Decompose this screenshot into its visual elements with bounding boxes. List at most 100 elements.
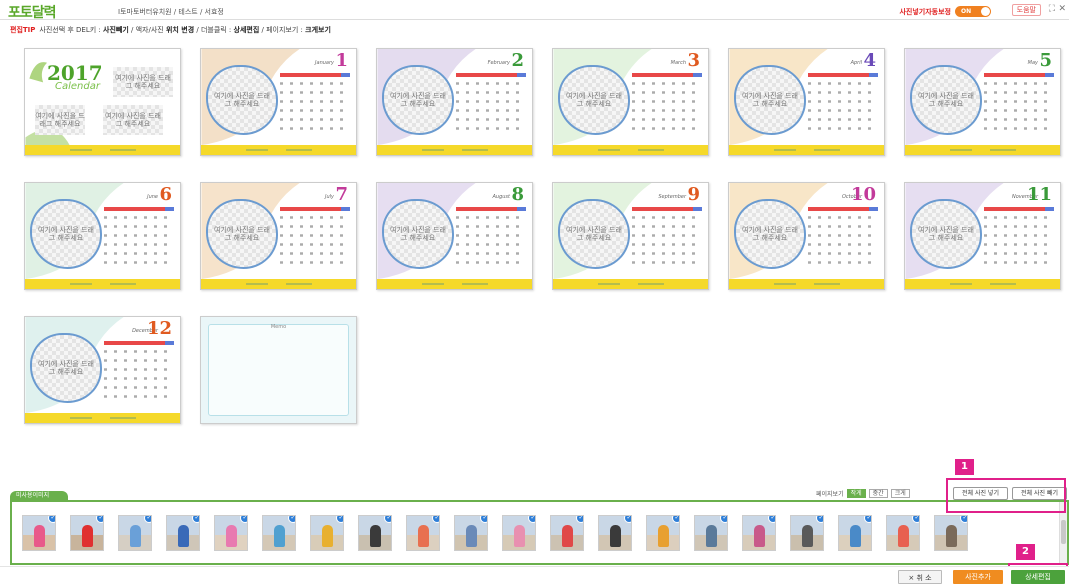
unused-image-thumbnail[interactable]: ✓ xyxy=(166,515,200,551)
month-number: 6 xyxy=(159,184,172,205)
unused-images-list: ✓ ✓ ✓ ✓ ✓ ✓ ✓ ✓ ✓ ✓ ✓ ✓ ✓ ✓ ✓ ✓ ✓ ✓ ✓ ✓ xyxy=(10,502,1069,565)
unused-image-thumbnail[interactable]: ✓ xyxy=(790,515,824,551)
unused-image-thumbnail[interactable]: ✓ xyxy=(262,515,296,551)
photo-slot[interactable]: 여기에 사진을 드래그 해주세요 xyxy=(113,67,173,97)
photo-slot[interactable]: 여기에 사진을 드래그 해주세요 xyxy=(103,105,163,135)
tip-keyword: 사진빼기 xyxy=(103,26,129,34)
check-icon[interactable]: ✓ xyxy=(240,516,247,523)
check-icon[interactable]: ✓ xyxy=(816,516,823,523)
view-option-large[interactable]: 크게 xyxy=(890,489,910,498)
unused-image-thumbnail[interactable]: ✓ xyxy=(406,515,440,551)
calendar-page-month[interactable]: June 6 여기에 사진을 드래그 해주세요 xyxy=(24,182,181,290)
photo-slot[interactable]: 여기에 사진을 드래그 해주세요 xyxy=(382,199,454,269)
calendar-page-month[interactable]: October 10 여기에 사진을 드래그 해주세요 xyxy=(728,182,885,290)
unused-image-thumbnail[interactable]: ✓ xyxy=(742,515,776,551)
unused-image-thumbnail[interactable]: ✓ xyxy=(838,515,872,551)
unused-image-thumbnail[interactable]: ✓ xyxy=(646,515,680,551)
check-icon[interactable]: ✓ xyxy=(672,516,679,523)
calendar-page-month[interactable]: December 12 여기에 사진을 드래그 해주세요 xyxy=(24,316,181,424)
unused-image-thumbnail[interactable]: ✓ xyxy=(934,515,968,551)
unused-image-thumbnail[interactable]: ✓ xyxy=(886,515,920,551)
photo-slot[interactable]: 여기에 사진을 드래그 해주세요 xyxy=(558,199,630,269)
calendar-page-month[interactable]: March 3 여기에 사진을 드래그 해주세요 xyxy=(552,48,709,156)
check-icon[interactable]: ✓ xyxy=(144,516,151,523)
calendar-page-month[interactable]: April 4 여기에 사진을 드래그 해주세요 xyxy=(728,48,885,156)
photo-slot[interactable]: 여기에 사진을 드래그 해주세요 xyxy=(558,65,630,135)
calendar-page-memo[interactable]: Memo xyxy=(200,316,357,424)
app-title: 포토달력 xyxy=(8,5,57,21)
month-calendar xyxy=(632,198,702,264)
memo-area xyxy=(208,324,349,416)
photo-placeholder: 여기에 사진을 드래그 해주세요 xyxy=(105,112,161,128)
check-icon[interactable]: ✓ xyxy=(336,516,343,523)
calendar-page-month[interactable]: November 11 여기에 사진을 드래그 해주세요 xyxy=(904,182,1061,290)
unused-image-thumbnail[interactable]: ✓ xyxy=(502,515,536,551)
help-button[interactable]: 도움말 xyxy=(1011,4,1041,16)
photo-slot[interactable]: 여기에 사진을 드래그 해주세요 xyxy=(30,333,102,403)
calendar-page-month[interactable]: September 9 여기에 사진을 드래그 해주세요 xyxy=(552,182,709,290)
photo-slot[interactable]: 여기에 사진을 드래그 해주세요 xyxy=(910,65,982,135)
month-calendar xyxy=(104,198,174,264)
calendar-page-month[interactable]: January 1 여기에 사진을 드래그 해주세요 xyxy=(200,48,357,156)
photo-slot[interactable]: 여기에 사진을 드래그 해주세요 xyxy=(382,65,454,135)
cancel-button[interactable]: × 취 소 xyxy=(898,570,942,584)
unused-image-thumbnail[interactable]: ✓ xyxy=(694,515,728,551)
check-icon[interactable]: ✓ xyxy=(480,516,487,523)
unused-image-thumbnail[interactable]: ✓ xyxy=(358,515,392,551)
add-photo-button[interactable]: 사진추가 xyxy=(953,570,1003,584)
unused-image-thumbnail[interactable]: ✓ xyxy=(598,515,632,551)
photo-slot[interactable]: 여기에 사진을 드래그 해주세요 xyxy=(734,199,806,269)
autosave-toggle[interactable]: ON xyxy=(955,6,991,17)
calendar-page-month[interactable]: May 5 여기에 사진을 드래그 해주세요 xyxy=(904,48,1061,156)
restore-icon[interactable]: ⛶ xyxy=(1049,4,1055,14)
check-icon[interactable]: ✓ xyxy=(624,516,631,523)
unused-image-thumbnail[interactable]: ✓ xyxy=(454,515,488,551)
photo-slot[interactable]: 여기에 사진을 드래그 해주세요 xyxy=(734,65,806,135)
check-icon[interactable]: ✓ xyxy=(912,516,919,523)
view-option-small[interactable]: 작게 xyxy=(846,489,866,498)
check-icon[interactable]: ✓ xyxy=(960,516,967,523)
photo-slot[interactable]: 여기에 사진을 드래그 해주세요 xyxy=(35,105,85,135)
tip-keyword: 크게보기 xyxy=(305,26,331,34)
unused-image-thumbnail[interactable]: ✓ xyxy=(118,515,152,551)
unused-image-thumbnail[interactable]: ✓ xyxy=(70,515,104,551)
check-icon[interactable]: ✓ xyxy=(768,516,775,523)
view-option-medium[interactable]: 중간 xyxy=(868,489,888,498)
thumbnail-photo-subject xyxy=(802,524,814,547)
check-icon[interactable]: ✓ xyxy=(528,516,535,523)
detail-edit-button[interactable]: 상세편집 xyxy=(1011,570,1065,584)
calendar-page-month[interactable]: August 8 여기에 사진을 드래그 해주세요 xyxy=(376,182,533,290)
calendar-page-month[interactable]: February 2 여기에 사진을 드래그 해주세요 xyxy=(376,48,533,156)
check-icon[interactable]: ✓ xyxy=(48,516,55,523)
check-icon[interactable]: ✓ xyxy=(432,516,439,523)
title-bar: 포토달력 I토마토버터유치원 / 테스트 / 서효정 사진넣기자동보정 ON 도… xyxy=(0,0,1069,21)
autosave-label: 사진넣기자동보정 xyxy=(899,7,951,16)
check-icon[interactable]: ✓ xyxy=(96,516,103,523)
unused-image-thumbnail[interactable]: ✓ xyxy=(310,515,344,551)
photo-placeholder: 여기에 사진을 드래그 해주세요 xyxy=(115,74,171,90)
calendar-page-month[interactable]: July 7 여기에 사진을 드래그 해주세요 xyxy=(200,182,357,290)
photo-slot[interactable]: 여기에 사진을 드래그 해주세요 xyxy=(206,65,278,135)
month-number: 4 xyxy=(863,50,876,71)
unused-image-thumbnail[interactable]: ✓ xyxy=(214,515,248,551)
photo-placeholder: 여기에 사진을 드래그 해주세요 xyxy=(918,92,974,108)
calendar-page-cover[interactable]: 2017 Calendar 여기에 사진을 드래그 해주세요 여기에 사진을 드… xyxy=(24,48,181,156)
check-icon[interactable]: ✓ xyxy=(384,516,391,523)
check-icon[interactable]: ✓ xyxy=(288,516,295,523)
tip-keyword: 상세편집 xyxy=(233,26,260,34)
unused-image-thumbnail[interactable]: ✓ xyxy=(22,515,56,551)
check-icon[interactable]: ✓ xyxy=(864,516,871,523)
photo-slot[interactable]: 여기에 사진을 드래그 해주세요 xyxy=(206,199,278,269)
scroll-thumb[interactable] xyxy=(1061,520,1066,544)
thumbnail-photo-subject xyxy=(322,524,334,547)
photo-slot[interactable]: 여기에 사진을 드래그 해주세요 xyxy=(910,199,982,269)
check-icon[interactable]: ✓ xyxy=(720,516,727,523)
thumbnail-photo-subject xyxy=(706,524,718,547)
close-icon[interactable]: ✕ xyxy=(1058,4,1066,14)
photo-placeholder: 여기에 사진을 드래그 해주세요 xyxy=(35,112,85,128)
check-icon[interactable]: ✓ xyxy=(576,516,583,523)
photo-slot[interactable]: 여기에 사진을 드래그 해주세요 xyxy=(30,199,102,269)
check-icon[interactable]: ✓ xyxy=(192,516,199,523)
unused-image-thumbnail[interactable]: ✓ xyxy=(550,515,584,551)
highlight-box-1 xyxy=(946,478,1066,513)
